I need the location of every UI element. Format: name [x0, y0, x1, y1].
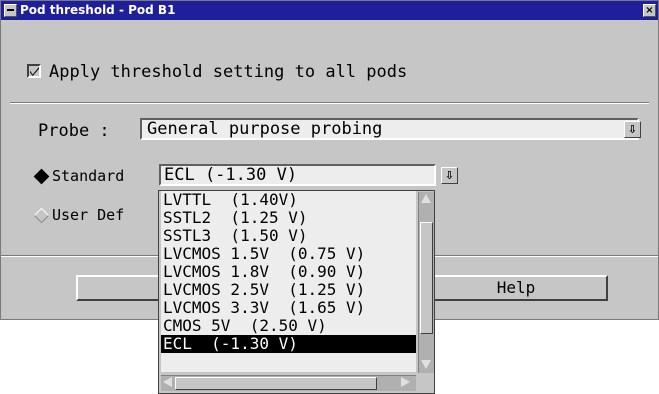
close-icon[interactable]: ×	[643, 4, 656, 17]
probe-select-field[interactable]: General purpose probing	[140, 118, 639, 140]
scroll-left-arrow-icon[interactable]	[163, 377, 172, 387]
window-title: Pod threshold - Pod B1	[20, 3, 176, 17]
horizontal-scroll-thumb[interactable]	[175, 377, 377, 390]
dropdown-arrow-icon: ⇩	[444, 169, 455, 182]
apply-all-label: Apply threshold setting to all pods	[49, 62, 408, 82]
system-menu-icon[interactable]	[4, 4, 17, 17]
title-bar[interactable]: Pod threshold - Pod B1 ×	[1, 1, 658, 20]
horizontal-scrollbar[interactable]	[161, 375, 416, 391]
list-item[interactable]: LVCMOS 1.5V (0.75 V)	[161, 245, 416, 263]
standard-dropdown-button[interactable]: ⇩	[441, 167, 458, 184]
user-defined-label: User Def	[52, 206, 125, 224]
scroll-right-arrow-icon[interactable]	[401, 377, 410, 387]
probe-dropdown-button[interactable]: ⇩	[624, 121, 641, 138]
list-item[interactable]: LVCMOS 2.5V (1.25 V)	[161, 281, 416, 299]
standard-options-list[interactable]: LVTTL (1.40V) SSTL2 (1.25 V) SSTL3 (1.50 V…	[161, 191, 416, 372]
list-item[interactable]: LVCMOS 3.3V (1.65 V)	[161, 299, 416, 317]
list-item[interactable]: LVTTL (1.40V)	[161, 191, 416, 209]
probe-label: Probe :	[38, 121, 110, 141]
scroll-up-arrow-icon[interactable]	[421, 194, 431, 203]
help-button[interactable]: Help	[424, 275, 608, 301]
radio-unselected-icon[interactable]	[33, 207, 50, 224]
vertical-scrollbar[interactable]	[418, 192, 434, 373]
standard-select-field[interactable]: ECL (-1.30 V)	[159, 164, 436, 186]
standard-label: Standard	[52, 167, 125, 185]
list-item[interactable]: SSTL3 (1.50 V)	[161, 227, 416, 245]
list-item[interactable]: SSTL2 (1.25 V)	[161, 209, 416, 227]
list-item[interactable]: CMOS 5V (2.50 V)	[161, 317, 416, 335]
vertical-scroll-thumb[interactable]	[420, 222, 433, 334]
apply-all-checkbox[interactable]	[27, 64, 41, 78]
radio-selected-icon[interactable]	[33, 168, 50, 185]
standard-dropdown-list[interactable]: LVTTL (1.40V) SSTL2 (1.25 V) SSTL3 (1.50 V…	[158, 190, 435, 394]
dropdown-arrow-icon: ⇩	[627, 123, 638, 136]
list-item[interactable]: LVCMOS 1.8V (0.90 V)	[161, 263, 416, 281]
scroll-down-arrow-icon[interactable]	[421, 360, 431, 369]
section-divider	[10, 102, 649, 104]
list-item[interactable]: ECL (-1.30 V)	[161, 335, 416, 353]
